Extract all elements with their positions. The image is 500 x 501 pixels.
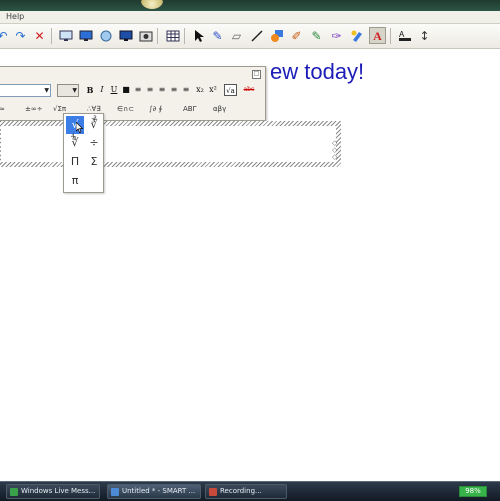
symbol-group-greek-upper[interactable]: ΑΒΓ	[183, 105, 197, 113]
align-left-button[interactable]: ≡	[133, 84, 143, 96]
taskbar-item-label: Windows Live Mess...	[21, 487, 96, 495]
subscript-button[interactable]: x₂	[194, 84, 206, 96]
align-center-button[interactable]: ≡	[145, 84, 155, 96]
recorder-icon	[209, 488, 217, 496]
spotlight-icon[interactable]	[97, 27, 114, 44]
canvas-text-right: ew today!	[270, 59, 365, 84]
toolbar-separator	[51, 28, 52, 44]
strikethrough-button[interactable]: abc	[241, 84, 257, 96]
taskbar-item-messenger[interactable]: Windows Live Mess...	[6, 484, 100, 499]
symbol-group-greek-lower[interactable]: αβγ	[213, 105, 226, 113]
fourth-root-symbol[interactable]: ∜	[66, 134, 84, 152]
menu-bar: Help	[0, 11, 500, 24]
screen-shade-icon[interactable]	[57, 27, 74, 44]
toolbar-separator	[184, 28, 185, 44]
font-size-select[interactable]: ▼	[57, 84, 79, 97]
properties-icon[interactable]	[348, 27, 365, 44]
taskbar-item-label: Recording...	[220, 487, 262, 495]
toolbar-separator	[157, 28, 158, 44]
taskbar-item-label: Untitled * - SMART ...	[122, 487, 196, 495]
font-family-value	[0, 94, 2, 102]
bullets-button[interactable]: ≡	[169, 84, 179, 96]
chevron-down-icon: ▼	[72, 87, 77, 94]
align-right-button[interactable]: ≡	[157, 84, 167, 96]
window-title-bar	[0, 0, 500, 11]
monitor-icon[interactable]	[117, 27, 134, 44]
italic-button[interactable]: I	[97, 84, 107, 96]
battery-indicator[interactable]: 98%	[459, 486, 487, 497]
symbol-group-approx[interactable]: ≈	[0, 105, 5, 113]
pen-icon[interactable]: ✎	[209, 27, 226, 44]
toolbar-separator	[390, 28, 391, 44]
undo-icon[interactable]: ↶	[0, 27, 11, 44]
text-object-frame[interactable]	[0, 121, 341, 167]
smart-notebook-icon	[111, 488, 119, 496]
symbol-group-roots[interactable]: √Σπ	[53, 105, 66, 113]
symbol-group-arith[interactable]: ±∞÷	[25, 105, 43, 113]
indent-button[interactable]: ≡	[181, 84, 191, 96]
product-symbol[interactable]: Π	[66, 153, 84, 171]
move-toolbar-icon[interactable]: ↕	[416, 27, 433, 44]
shape-icon[interactable]	[268, 27, 285, 44]
main-toolbar: ↶ ↷ ✕ ✎ ▱ ✐ ✎ ✑ A A ↕	[0, 24, 500, 49]
superscript-button[interactable]: x²	[207, 84, 219, 96]
symbol-group-calculus[interactable]: ∫∂ ∮	[149, 105, 162, 113]
chevron-down-icon: ▼	[44, 87, 49, 94]
text-format-panel: □ ▼ ▼ B I U ■ ≡ ≡ ≡ ≡ ≡ x₂ x² √a abc ≈ ±…	[0, 66, 266, 121]
taskbar-item-recording[interactable]: Recording...	[205, 484, 287, 499]
fill-icon[interactable]: ✑	[328, 27, 345, 44]
sum-symbol[interactable]: Σ	[85, 153, 103, 171]
bold-button[interactable]: B	[85, 84, 95, 96]
svg-text:A: A	[399, 30, 405, 39]
redo-icon[interactable]: ↷	[12, 27, 29, 44]
menu-help[interactable]: Help	[6, 11, 24, 23]
symbol-group-logic[interactable]: ∴∀∃	[87, 105, 101, 113]
messenger-icon	[10, 488, 18, 496]
font-color-icon[interactable]: A	[396, 27, 413, 44]
screen-capture-icon[interactable]	[77, 27, 94, 44]
creative-pen-icon[interactable]: ✐	[288, 27, 305, 44]
division-symbol[interactable]: ÷	[85, 134, 103, 152]
taskbar: Windows Live Mess... Untitled * - SMART …	[0, 481, 500, 501]
fourth-root-index: 4	[71, 133, 75, 140]
eraser-icon[interactable]: ▱	[228, 27, 245, 44]
pi-symbol[interactable]: π	[66, 172, 84, 190]
line-icon[interactable]	[248, 27, 265, 44]
close-icon[interactable]: □	[252, 70, 261, 79]
document-camera-icon[interactable]	[137, 27, 154, 44]
text-color-button[interactable]: ■	[121, 84, 131, 96]
select-pointer-icon[interactable]	[190, 27, 207, 44]
mouse-cursor-icon	[76, 122, 84, 133]
resize-grip-icon[interactable]: ◇ ◇ ◇	[332, 140, 340, 161]
table-icon[interactable]	[164, 27, 181, 44]
taskbar-item-smart[interactable]: Untitled * - SMART ...	[107, 484, 201, 499]
cube-root-index: 3	[93, 115, 97, 122]
math-symbols-button[interactable]: √a	[224, 84, 237, 96]
delete-icon[interactable]: ✕	[31, 27, 48, 44]
underline-button[interactable]: U	[109, 84, 119, 96]
magic-pen-icon[interactable]: ✎	[308, 27, 325, 44]
symbol-group-sets[interactable]: ∈∩⊂	[117, 105, 134, 113]
text-icon[interactable]: A	[369, 27, 386, 44]
title-orb-decoration	[141, 0, 163, 9]
font-family-select[interactable]: ▼	[0, 84, 51, 97]
